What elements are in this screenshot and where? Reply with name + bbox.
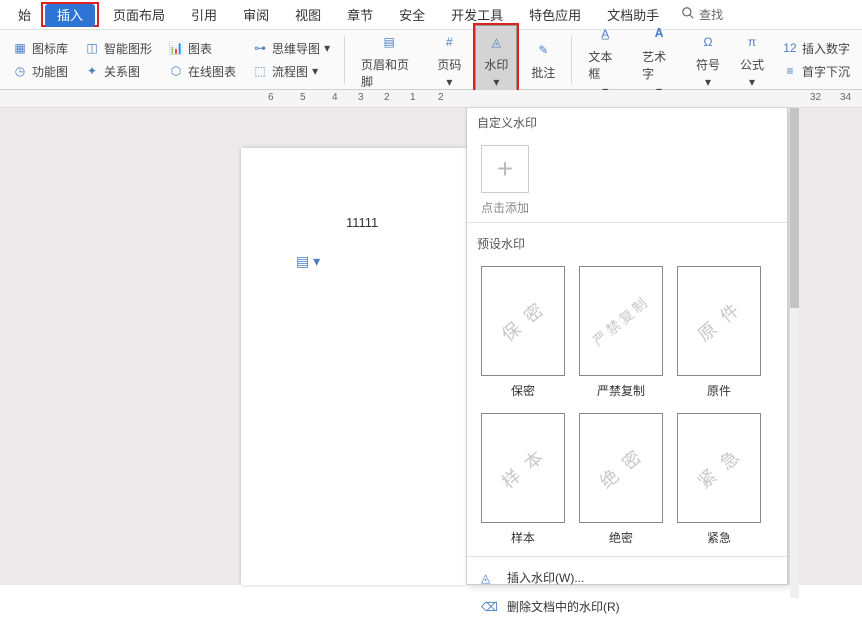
thumb: 紧 急 [677,413,761,523]
paragraph-marker-icon[interactable]: ▤ ▾ [296,253,320,270]
watermark-highlight: ◬水印 ▾ [473,23,519,96]
page-number-icon: # [437,30,461,54]
ribbon-wordart[interactable]: 𝐀艺术字 ▾ [634,18,684,102]
thumb: 严禁复制 [579,266,663,376]
thumb: 原 件 [677,266,761,376]
ribbon-online-chart[interactable]: ⬡在线图表 [162,61,242,82]
menu-insert[interactable]: 插入 [45,4,95,27]
menu-security[interactable]: 安全 [387,1,437,28]
preset-confidential[interactable]: 保 密保密 [481,266,565,399]
preset-watermark-title: 预设水印 [467,229,787,256]
annotation-icon: ✎ [531,38,555,62]
watermark-icon: ◬ [484,30,508,54]
dropdown-scrollbar[interactable] [790,108,799,598]
watermark-insert-icon: ◬ [481,571,497,585]
ribbon-dropcap[interactable]: ≡首字下沉 [776,61,856,82]
document-page[interactable]: 11111 ▤ ▾ [241,148,466,585]
thumb: 保 密 [481,266,565,376]
ruler: 6 5 4 3 2 1 2 32 34 [0,90,862,108]
ribbon-page-number[interactable]: #页码 ▾ [429,26,469,93]
ribbon-chart[interactable]: 📊图表 [162,38,242,59]
chart-icon: 📊 [168,40,184,56]
ribbon-relation[interactable]: ✦关系图 [78,61,158,82]
separator [571,36,572,84]
ribbon-icon-library[interactable]: ▦图标库 [6,38,74,59]
ribbon-formula[interactable]: π公式 ▾ [732,26,772,93]
function-icon: ◷ [12,63,28,79]
relation-icon: ✦ [84,63,100,79]
ribbon-group-2: ◫智能图形 ✦关系图 [78,38,158,82]
ribbon-annotation[interactable]: ✎批注 [523,34,563,85]
menu-view[interactable]: 视图 [283,1,333,28]
ribbon-group-4: ⊶思维导图 ▾ ⬚流程图 ▾ [246,38,336,82]
menu-review[interactable]: 审阅 [231,1,281,28]
document-canvas: 11111 ▤ ▾ 自定义水印 + 点击添加 预设水印 保 密保密 严禁复制严禁… [0,108,862,585]
ribbon-insert-number[interactable]: 12插入数字 [776,38,856,59]
ribbon-smartart[interactable]: ◫智能图形 [78,38,158,59]
ribbon-watermark[interactable]: ◬水印 ▾ [475,25,517,94]
thumb: 样 本 [481,413,565,523]
online-chart-icon: ⬡ [168,63,184,79]
menu-start[interactable]: 始 [6,1,43,28]
remove-watermark-menu[interactable]: ⌫删除文档中的水印(R) [467,592,787,621]
dropcap-icon: ≡ [782,63,798,79]
grid-icon: ▦ [12,40,28,56]
watermark-menu: ◬插入水印(W)... ⌫删除文档中的水印(R) [467,556,787,627]
ribbon-textbox[interactable]: A̲文本框 ▾ [580,18,630,102]
ribbon-group-1: ▦图标库 ◷功能图 [6,38,74,82]
ribbon-group-misc: 12插入数字 ≡首字下沉 [776,38,856,82]
custom-watermark-title: 自定义水印 [467,108,787,135]
thumb: 绝 密 [579,413,663,523]
textbox-icon: A̲ [593,22,617,46]
menu-chapter[interactable]: 章节 [335,1,385,28]
insert-watermark-menu[interactable]: ◬插入水印(W)... [467,563,787,592]
add-icon: + [481,145,529,193]
ribbon: ▦图标库 ◷功能图 ◫智能图形 ✦关系图 📊图表 ⬡在线图表 ⊶思维导图 ▾ ⬚… [0,30,862,90]
ribbon-flowchart[interactable]: ⬚流程图 ▾ [246,61,336,82]
watermark-remove-icon: ⌫ [481,600,497,614]
preset-urgent[interactable]: 紧 急紧急 [677,413,761,546]
symbol-icon: Ω [696,30,720,54]
menu-reference[interactable]: 引用 [179,1,229,28]
page-text: 11111 [346,215,378,230]
divider [467,222,787,223]
menu-page-layout[interactable]: 页面布局 [101,1,177,28]
preset-original[interactable]: 原 件原件 [677,266,761,399]
preset-grid: 保 密保密 严禁复制严禁复制 原 件原件 样 本样本 绝 密绝密 紧 急紧急 [467,256,787,556]
formula-icon: π [740,30,764,54]
add-custom-watermark[interactable]: + 点击添加 [481,145,787,216]
ribbon-header-footer[interactable]: ▤页眉和页脚 [353,26,425,94]
ribbon-mindmap[interactable]: ⊶思维导图 ▾ [246,38,336,59]
preset-nocopy[interactable]: 严禁复制严禁复制 [579,266,663,399]
separator [344,36,345,84]
number-icon: 12 [782,40,798,56]
preset-topsecret[interactable]: 绝 密绝密 [579,413,663,546]
preset-sample[interactable]: 样 本样本 [481,413,565,546]
search-label: 查找 [699,6,723,23]
ribbon-function-chart[interactable]: ◷功能图 [6,61,74,82]
menu-search[interactable]: 查找 [681,6,723,23]
menu-insert-highlight: 插入 [41,2,99,27]
watermark-dropdown: 自定义水印 + 点击添加 预设水印 保 密保密 严禁复制严禁复制 原 件原件 样… [466,108,788,585]
header-footer-icon: ▤ [377,30,401,54]
wordart-icon: 𝐀 [647,22,671,46]
scrollbar-thumb[interactable] [790,108,799,308]
mindmap-icon: ⊶ [252,40,268,56]
flowchart-icon: ⬚ [252,63,268,79]
smartart-icon: ◫ [84,40,100,56]
ribbon-group-3: 📊图表 ⬡在线图表 [162,38,242,82]
add-label: 点击添加 [481,199,787,216]
ribbon-symbol[interactable]: Ω符号 ▾ [688,26,728,93]
